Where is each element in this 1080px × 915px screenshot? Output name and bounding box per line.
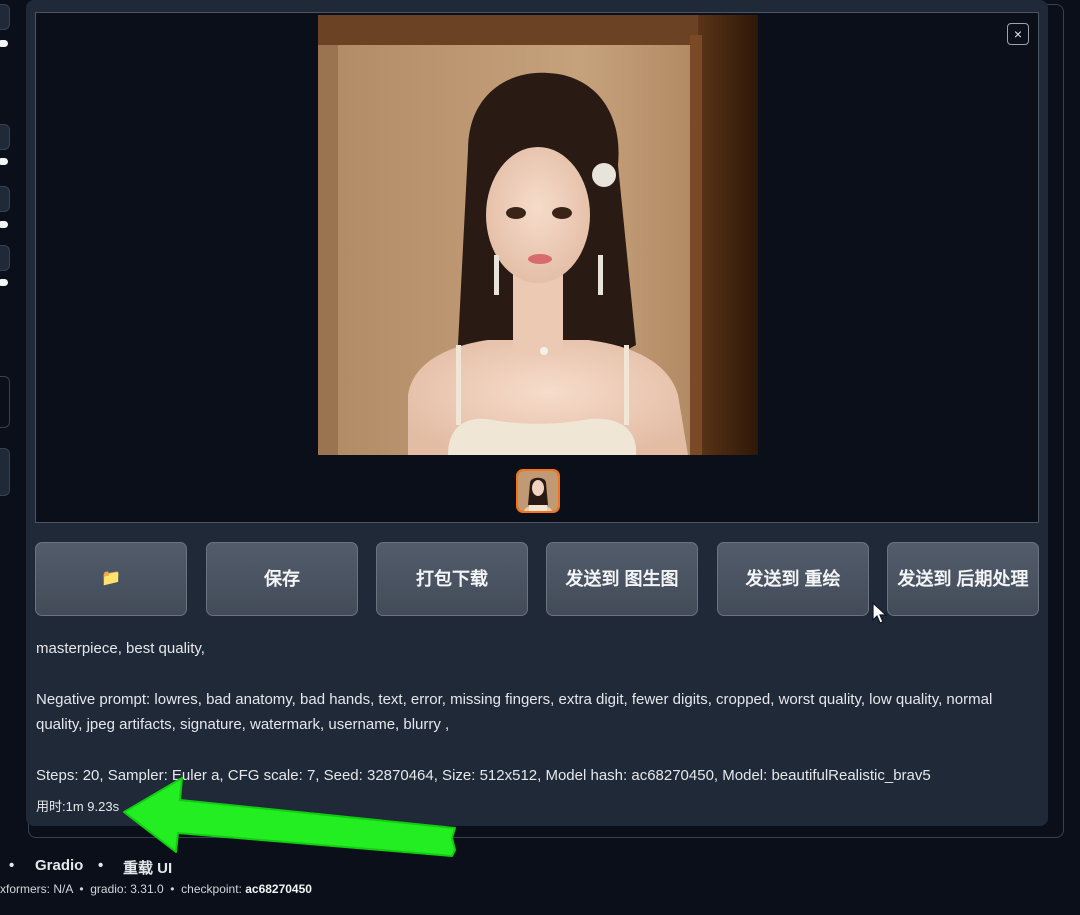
footer-versions: xformers: N/A • gradio: 3.31.0 • checkpo… (0, 882, 312, 896)
left-control[interactable] (0, 376, 10, 428)
portrait-illustration (318, 15, 758, 455)
left-slider-thumb[interactable] (0, 40, 8, 47)
checkpoint-label: checkpoint: (181, 882, 242, 896)
left-slider-thumb[interactable] (0, 279, 8, 286)
generated-image[interactable] (318, 15, 758, 455)
left-control[interactable] (0, 448, 10, 496)
send-to-extras-label: 发送到 后期处理 (897, 569, 1029, 589)
gradio-version: gradio: 3.31.0 (90, 882, 164, 896)
thumbnail-image (518, 471, 558, 511)
send-to-inpaint-label: 发送到 重绘 (745, 569, 841, 589)
zip-download-label: 打包下载 (416, 569, 488, 589)
left-control[interactable] (0, 4, 10, 30)
time-taken: 用时:1m 9.23s (36, 799, 120, 814)
reload-ui-link[interactable]: 重载 UI (123, 857, 172, 878)
send-to-inpaint-button[interactable]: 发送到 重绘 (717, 542, 869, 616)
open-folder-button[interactable]: 📁 (35, 542, 187, 616)
negative-prompt-line1: Negative prompt: lowres, bad anatomy, ba… (36, 691, 993, 708)
prompt-text: masterpiece, best quality, (36, 640, 205, 657)
generation-parameters: Steps: 20, Sampler: Euler a, CFG scale: … (36, 767, 931, 784)
send-to-img2img-label: 发送到 图生图 (565, 569, 679, 589)
left-control[interactable] (0, 245, 10, 271)
footer-bullet: • (9, 857, 15, 874)
left-control[interactable] (0, 124, 10, 150)
footer-bullet: • (98, 857, 104, 874)
send-to-extras-button[interactable]: 发送到 后期处理 (887, 542, 1039, 616)
zip-download-button[interactable]: 打包下载 (376, 542, 528, 616)
gradio-link[interactable]: Gradio (35, 857, 83, 874)
save-button[interactable]: 保存 (206, 542, 358, 616)
xformers-version: xformers: N/A (0, 882, 73, 896)
close-icon: × (1013, 26, 1023, 42)
footer-bullet: • (170, 882, 175, 896)
left-control[interactable] (0, 186, 10, 212)
folder-icon: 📁 (101, 570, 121, 587)
left-slider-thumb[interactable] (0, 158, 8, 165)
close-gallery-button[interactable]: × (1007, 23, 1029, 45)
left-slider-thumb[interactable] (0, 221, 8, 228)
save-button-label: 保存 (264, 569, 300, 589)
gallery-thumbnail[interactable] (516, 469, 560, 513)
send-to-img2img-button[interactable]: 发送到 图生图 (546, 542, 698, 616)
footer-bullet: • (79, 882, 84, 896)
checkpoint-value: ac68270450 (245, 882, 312, 896)
negative-prompt-line2: quality, jpeg artifacts, signature, wate… (36, 716, 450, 733)
